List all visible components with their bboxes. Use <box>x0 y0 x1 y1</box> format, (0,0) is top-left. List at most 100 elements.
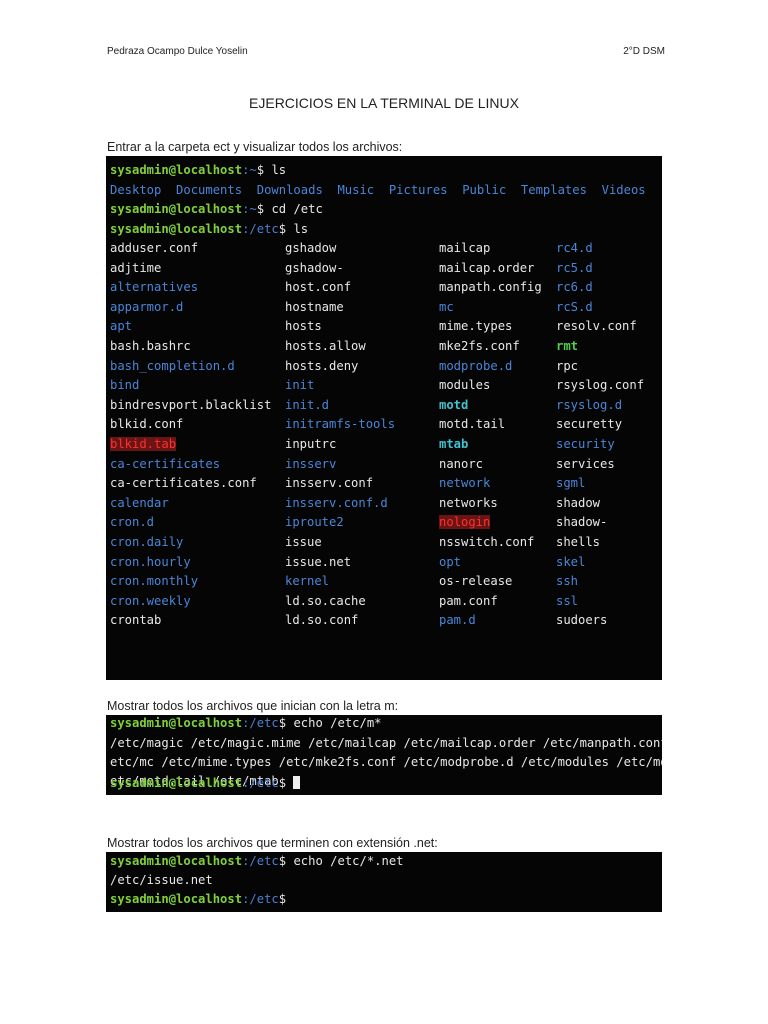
file-entry: pam.d <box>439 613 476 628</box>
prompt-user: sysadmin@localhost <box>110 776 243 790</box>
file-entry: security <box>556 437 615 451</box>
file-entry: rpc <box>556 358 579 373</box>
file-entry: insserv.conf <box>285 476 374 491</box>
file-entry: issue <box>285 535 322 549</box>
file-entry: bind <box>110 378 140 393</box>
prompt-dir: /etc <box>249 222 279 236</box>
file-entry: initramfs-tools <box>285 417 396 432</box>
prompt-user: sysadmin@localhost <box>110 202 243 216</box>
prompt-dir: ~ <box>249 163 257 177</box>
file-entry: gshadow <box>285 241 337 255</box>
file-entry: calendar <box>110 495 169 510</box>
file-entry: cron.d <box>110 515 155 530</box>
prompt-dir: /etc <box>249 892 279 906</box>
prompt-line: sysadmin@localhost:~$ cd /etc <box>110 202 323 216</box>
prompt-user: sysadmin@localhost <box>110 716 243 730</box>
file-entry: rc6.d <box>556 280 593 295</box>
prompt-line: sysadmin@localhost:/etc$ <box>110 892 286 906</box>
file-entry: opt <box>439 554 462 569</box>
file-entry: iproute2 <box>285 515 344 530</box>
section-caption-3: Mostrar todos los archivos que terminen … <box>107 836 438 850</box>
file-entry: mc <box>439 299 454 314</box>
terminal-screenshot-echo-m: sysadmin@localhost:/etc$ echo /etc/m*/et… <box>106 715 662 795</box>
prompt-line: sysadmin@localhost:/etc$ echo /etc/*.net <box>110 854 404 868</box>
file-entry: modprobe.d <box>439 358 513 373</box>
command-text: cd /etc <box>264 202 323 216</box>
file-entry: shadow- <box>556 515 608 530</box>
prompt-user: sysadmin@localhost <box>110 163 243 177</box>
file-entry: mtab <box>439 437 469 451</box>
file-entry: cron.daily <box>110 535 184 549</box>
file-entry: rmt <box>556 339 579 353</box>
file-entry: rsyslog.d <box>556 397 623 412</box>
prompt-dir: ~ <box>249 202 257 216</box>
prompt-user: sysadmin@localhost <box>110 892 243 906</box>
file-entry: adjtime <box>110 260 162 275</box>
file-entry: apt <box>110 319 133 334</box>
file-entry: nanorc <box>439 456 484 471</box>
file-entry: rsyslog.conf <box>556 378 645 393</box>
file-entry: services <box>556 456 615 471</box>
file-entry: cron.weekly <box>110 593 191 608</box>
file-entry: securetty <box>556 417 623 432</box>
section-caption-1: Entrar a la carpeta ect y visualizar tod… <box>107 140 403 154</box>
file-entry: rc4.d <box>556 241 593 255</box>
home-directory-list: Desktop Documents Downloads Music Pictur… <box>110 183 646 197</box>
command-text: ls <box>264 163 287 177</box>
terminal-screenshot-echo-net: sysadmin@localhost:/etc$ echo /etc/*.net… <box>106 852 662 912</box>
file-entry: resolv.conf <box>556 319 637 334</box>
file-entry: hostname <box>285 299 344 314</box>
file-entry: host.conf <box>285 280 352 295</box>
file-entry: hosts.allow <box>285 339 366 353</box>
command-text: echo /etc/m* <box>286 716 382 730</box>
file-entry: bash.bashrc <box>110 339 191 353</box>
file-entry: kernel <box>285 574 330 589</box>
prompt-dir: /etc <box>249 716 279 730</box>
file-entry: crontab <box>110 613 162 628</box>
file-entry: skel <box>556 554 586 569</box>
prompt-line: sysadmin@localhost:/etc$ <box>110 776 301 790</box>
file-entry: hosts.deny <box>285 358 359 373</box>
file-entry: adduser.conf <box>110 241 199 255</box>
prompt-user: sysadmin@localhost <box>110 222 243 236</box>
file-entry: networks <box>439 495 498 510</box>
file-entry: manpath.config <box>439 280 542 295</box>
file-entry: gshadow- <box>285 260 344 275</box>
cursor <box>293 776 301 789</box>
file-entry: blkid.conf <box>110 417 184 432</box>
file-entry: modules <box>439 378 491 393</box>
file-entry: ca-certificates <box>110 456 221 471</box>
file-entry: sgml <box>556 476 586 491</box>
file-entry: mailcap.order <box>439 260 535 275</box>
file-entry: motd <box>439 397 469 412</box>
file-entry: hosts <box>285 319 322 334</box>
output-line: /etc/magic /etc/magic.mime /etc/mailcap … <box>110 736 662 750</box>
page-title: EJERCICIOS EN LA TERMINAL DE LINUX <box>249 95 519 111</box>
file-entry: nologin <box>439 515 491 530</box>
file-entry: ssl <box>556 593 579 608</box>
prompt-line: sysadmin@localhost:/etc$ echo /etc/m* <box>110 716 382 730</box>
command-text: ls <box>286 222 309 236</box>
file-entry: ld.so.cache <box>285 593 366 608</box>
file-entry: rcS.d <box>556 299 593 314</box>
file-entry: nsswitch.conf <box>439 535 535 549</box>
file-entry: insserv <box>285 456 337 471</box>
file-entry: cron.monthly <box>110 574 199 589</box>
file-entry: init <box>285 378 315 393</box>
file-entry: blkid.tab <box>110 437 177 451</box>
document-page: Pedraza Ocampo Dulce Yoselin 2°D DSM EJE… <box>0 0 768 1024</box>
output-line: etc/mc /etc/mime.types /etc/mke2fs.conf … <box>110 755 662 769</box>
file-entry: inputrc <box>285 437 337 451</box>
file-entry: alternatives <box>110 280 199 295</box>
file-entry: bindresvport.blacklist <box>110 397 272 412</box>
prompt-dir: /etc <box>249 854 279 868</box>
file-entry: bash_completion.d <box>110 358 235 373</box>
file-entry: mailcap <box>439 241 491 255</box>
file-entry: ssh <box>556 574 579 589</box>
prompt-dir: /etc <box>249 776 279 790</box>
file-entry: mime.types <box>439 319 513 334</box>
prompt-line: sysadmin@localhost:~$ ls <box>110 163 286 177</box>
file-entry: shadow <box>556 495 601 510</box>
prompt-dollar: $ <box>278 776 287 790</box>
file-entry: sudoers <box>556 613 608 628</box>
